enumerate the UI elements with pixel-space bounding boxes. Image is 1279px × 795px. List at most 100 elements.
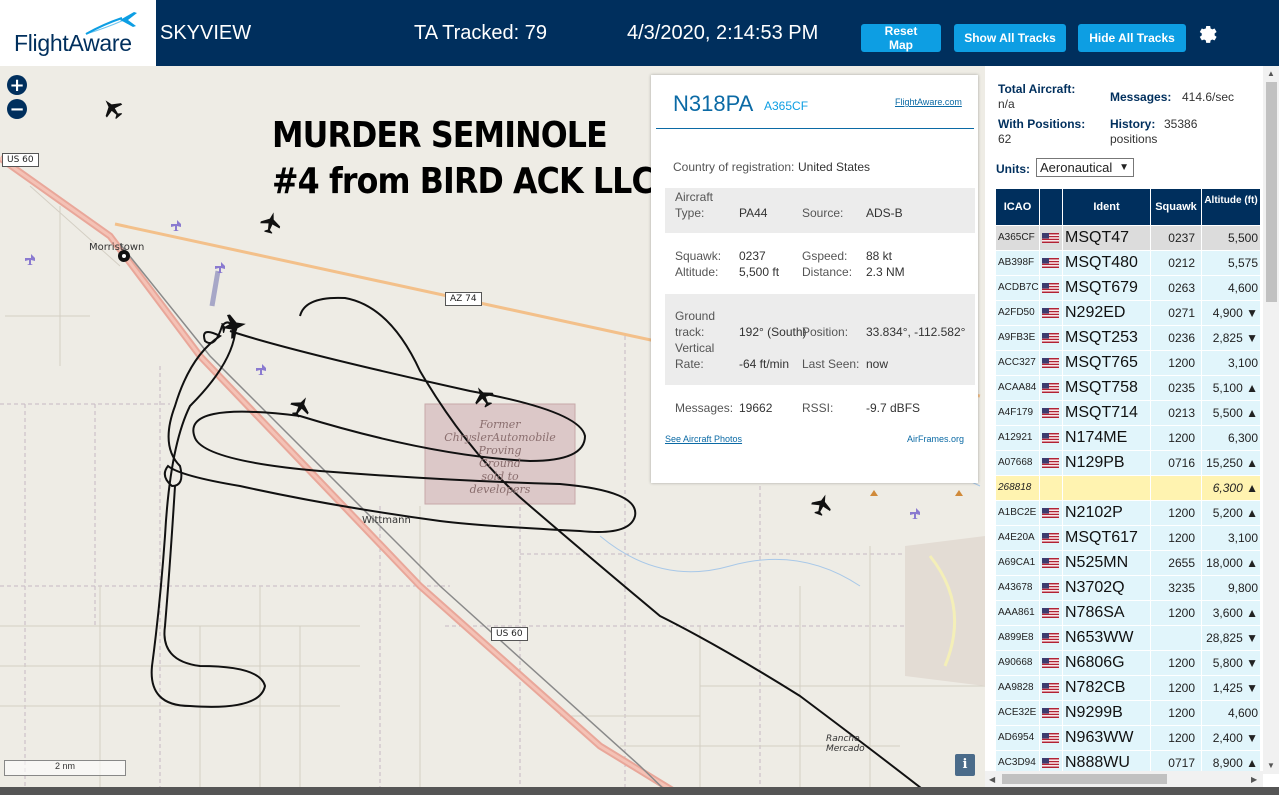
cell-icao: A9FB3E: [996, 326, 1039, 350]
site-name: SKYVIEW: [160, 22, 252, 44]
units-select[interactable]: Aeronautical ▼: [1036, 158, 1134, 177]
table-row[interactable]: A9FB3E MSQT253 0236 2,825 ▼: [996, 326, 1260, 350]
gear-icon[interactable]: [1196, 22, 1220, 46]
cell-icao: A90668: [996, 651, 1039, 675]
cell-squawk: 0263: [1151, 276, 1201, 300]
scale-bar: 2 nm: [4, 760, 126, 776]
table-row[interactable]: A43678 N3702Q 3235 9,800: [996, 576, 1260, 600]
scroll-up-arrow[interactable]: ▲: [1267, 69, 1275, 78]
table-row[interactable]: A4E20A MSQT617 1200 3,100: [996, 526, 1260, 550]
cell-flag: [1040, 251, 1062, 275]
table-row[interactable]: A90668 N6806G 1200 5,800 ▼: [996, 651, 1260, 675]
cell-flag: [1040, 301, 1062, 325]
flightaware-logo[interactable]: FlightAware: [0, 0, 156, 66]
table-row[interactable]: A899E8 N653WW 28,825 ▼: [996, 626, 1260, 650]
show-all-tracks-button[interactable]: Show All Tracks: [954, 24, 1066, 52]
airframes-link[interactable]: AirFrames.org: [907, 434, 964, 444]
proving-ground-label: Former ChryslerAutomobile Proving Ground…: [444, 418, 556, 496]
track-label-2: track:: [675, 325, 705, 339]
cell-squawk: 1200: [1151, 601, 1201, 625]
history-value: 35386: [1164, 117, 1198, 131]
zoom-out-button[interactable]: −: [7, 99, 27, 119]
table-row[interactable]: ACAA84 MSQT758 0235 5,100 ▲: [996, 376, 1260, 400]
table-row[interactable]: A12921 N174ME 1200 6,300: [996, 426, 1260, 450]
us60-road: [0, 155, 682, 795]
selected-registration: N318PA: [673, 91, 754, 116]
col-squawk[interactable]: Squawk: [1151, 189, 1201, 225]
cell-altitude: 18,000 ▲: [1202, 551, 1260, 575]
flightaware-link[interactable]: FlightAware.com: [895, 97, 962, 107]
us-flag-icon: [1042, 508, 1059, 518]
us-flag-icon: [1042, 408, 1059, 418]
us-flag-icon: [1042, 608, 1059, 618]
us-flag-icon: [1042, 433, 1059, 443]
cell-altitude: 6,300 ▲: [1202, 476, 1260, 500]
cell-ident: N653WW: [1063, 626, 1150, 650]
cell-squawk: 0237: [1151, 226, 1201, 250]
cell-altitude: 4,600: [1202, 276, 1260, 300]
aircraft-icon[interactable]: [258, 210, 283, 235]
table-row[interactable]: ACDB7C MSQT679 0263 4,600: [996, 276, 1260, 300]
type-label-2: Type:: [675, 206, 705, 220]
col-altitude[interactable]: Altitude (ft): [1202, 189, 1260, 225]
cell-flag: [1040, 626, 1062, 650]
cell-flag: [1040, 426, 1062, 450]
us-flag-icon: [1042, 308, 1059, 318]
table-row[interactable]: A69CA1 N525MN 2655 18,000 ▲: [996, 551, 1260, 575]
table-row[interactable]: A1BC2E N2102P 1200 5,200 ▲: [996, 501, 1260, 525]
cell-flag: [1040, 601, 1062, 625]
scroll-left-arrow[interactable]: ◀: [989, 775, 995, 784]
aircraft-icon[interactable]: [98, 94, 127, 123]
messages-label: Messages:: [675, 401, 734, 415]
table-row[interactable]: A2FD50 N292ED 0271 4,900 ▼: [996, 301, 1260, 325]
us-flag-icon: [1042, 733, 1059, 743]
positions-value: 62: [998, 132, 1012, 146]
peak-icon: [955, 490, 963, 496]
vrate-label-1: Vertical: [675, 341, 715, 355]
table-row[interactable]: ACE32E N9299B 1200 4,600: [996, 701, 1260, 725]
aircraft-table-header: ICAO Ident Squawk Altitude (ft): [996, 189, 1260, 225]
reset-map-button[interactable]: Reset Map: [861, 24, 941, 52]
hide-all-tracks-button[interactable]: Hide All Tracks: [1078, 24, 1186, 52]
annotation-line-1: MURDER SEMINOLE: [272, 115, 608, 156]
table-row[interactable]: AB398F MSQT480 0212 5,575: [996, 251, 1260, 275]
scroll-right-arrow[interactable]: ▶: [1251, 775, 1257, 784]
cell-altitude: 2,825 ▼: [1202, 326, 1260, 350]
logo-text: FlightAware: [14, 30, 132, 56]
cell-squawk: 0235: [1151, 376, 1201, 400]
aircraft-icon[interactable]: [809, 491, 835, 518]
cell-squawk: 0271: [1151, 301, 1201, 325]
cell-icao: A899E8: [996, 626, 1039, 650]
cell-ident: N129PB: [1063, 451, 1150, 475]
table-row[interactable]: A07668 N129PB 0716 15,250 ▲: [996, 451, 1260, 475]
cell-ident: MSQT758: [1063, 376, 1150, 400]
table-row[interactable]: 268818 6,300 ▲: [996, 476, 1260, 500]
col-ident[interactable]: Ident: [1063, 189, 1150, 225]
us-flag-icon: [1042, 683, 1059, 693]
squawk-label: Squawk:: [675, 249, 722, 263]
distance-label: Distance:: [802, 265, 853, 279]
cell-squawk: 3235: [1151, 576, 1201, 600]
cell-ident: [1063, 476, 1150, 500]
scroll-down-arrow[interactable]: ▼: [1267, 761, 1275, 770]
info-button[interactable]: i: [955, 754, 975, 776]
messages-value: 19662: [739, 401, 773, 415]
cell-altitude: 3,100: [1202, 526, 1260, 550]
table-row[interactable]: AAA861 N786SA 1200 3,600 ▲: [996, 601, 1260, 625]
table-row[interactable]: AA9828 N782CB 1200 1,425 ▼: [996, 676, 1260, 700]
cell-altitude: 5,800 ▼: [1202, 651, 1260, 675]
table-row[interactable]: ACC327 MSQT765 1200 3,100: [996, 351, 1260, 375]
table-row[interactable]: A365CF MSQT47 0237 5,500: [996, 226, 1260, 250]
cell-flag: [1040, 276, 1062, 300]
table-row[interactable]: A4F179 MSQT714 0213 5,500 ▲: [996, 401, 1260, 425]
col-icao[interactable]: ICAO: [996, 189, 1039, 225]
aircraft-photos-link[interactable]: See Aircraft Photos: [665, 434, 742, 444]
col-flag[interactable]: [1040, 189, 1062, 225]
table-row[interactable]: AD6954 N963WW 1200 2,400 ▼: [996, 726, 1260, 750]
cell-squawk: 0236: [1151, 326, 1201, 350]
vertical-scroll-thumb[interactable]: [1266, 82, 1277, 302]
horizontal-scroll-thumb[interactable]: [1002, 774, 1167, 784]
lastseen-label: Last Seen:: [802, 357, 860, 371]
zoom-in-button[interactable]: +: [7, 75, 27, 95]
history-label: History:: [1110, 117, 1156, 131]
